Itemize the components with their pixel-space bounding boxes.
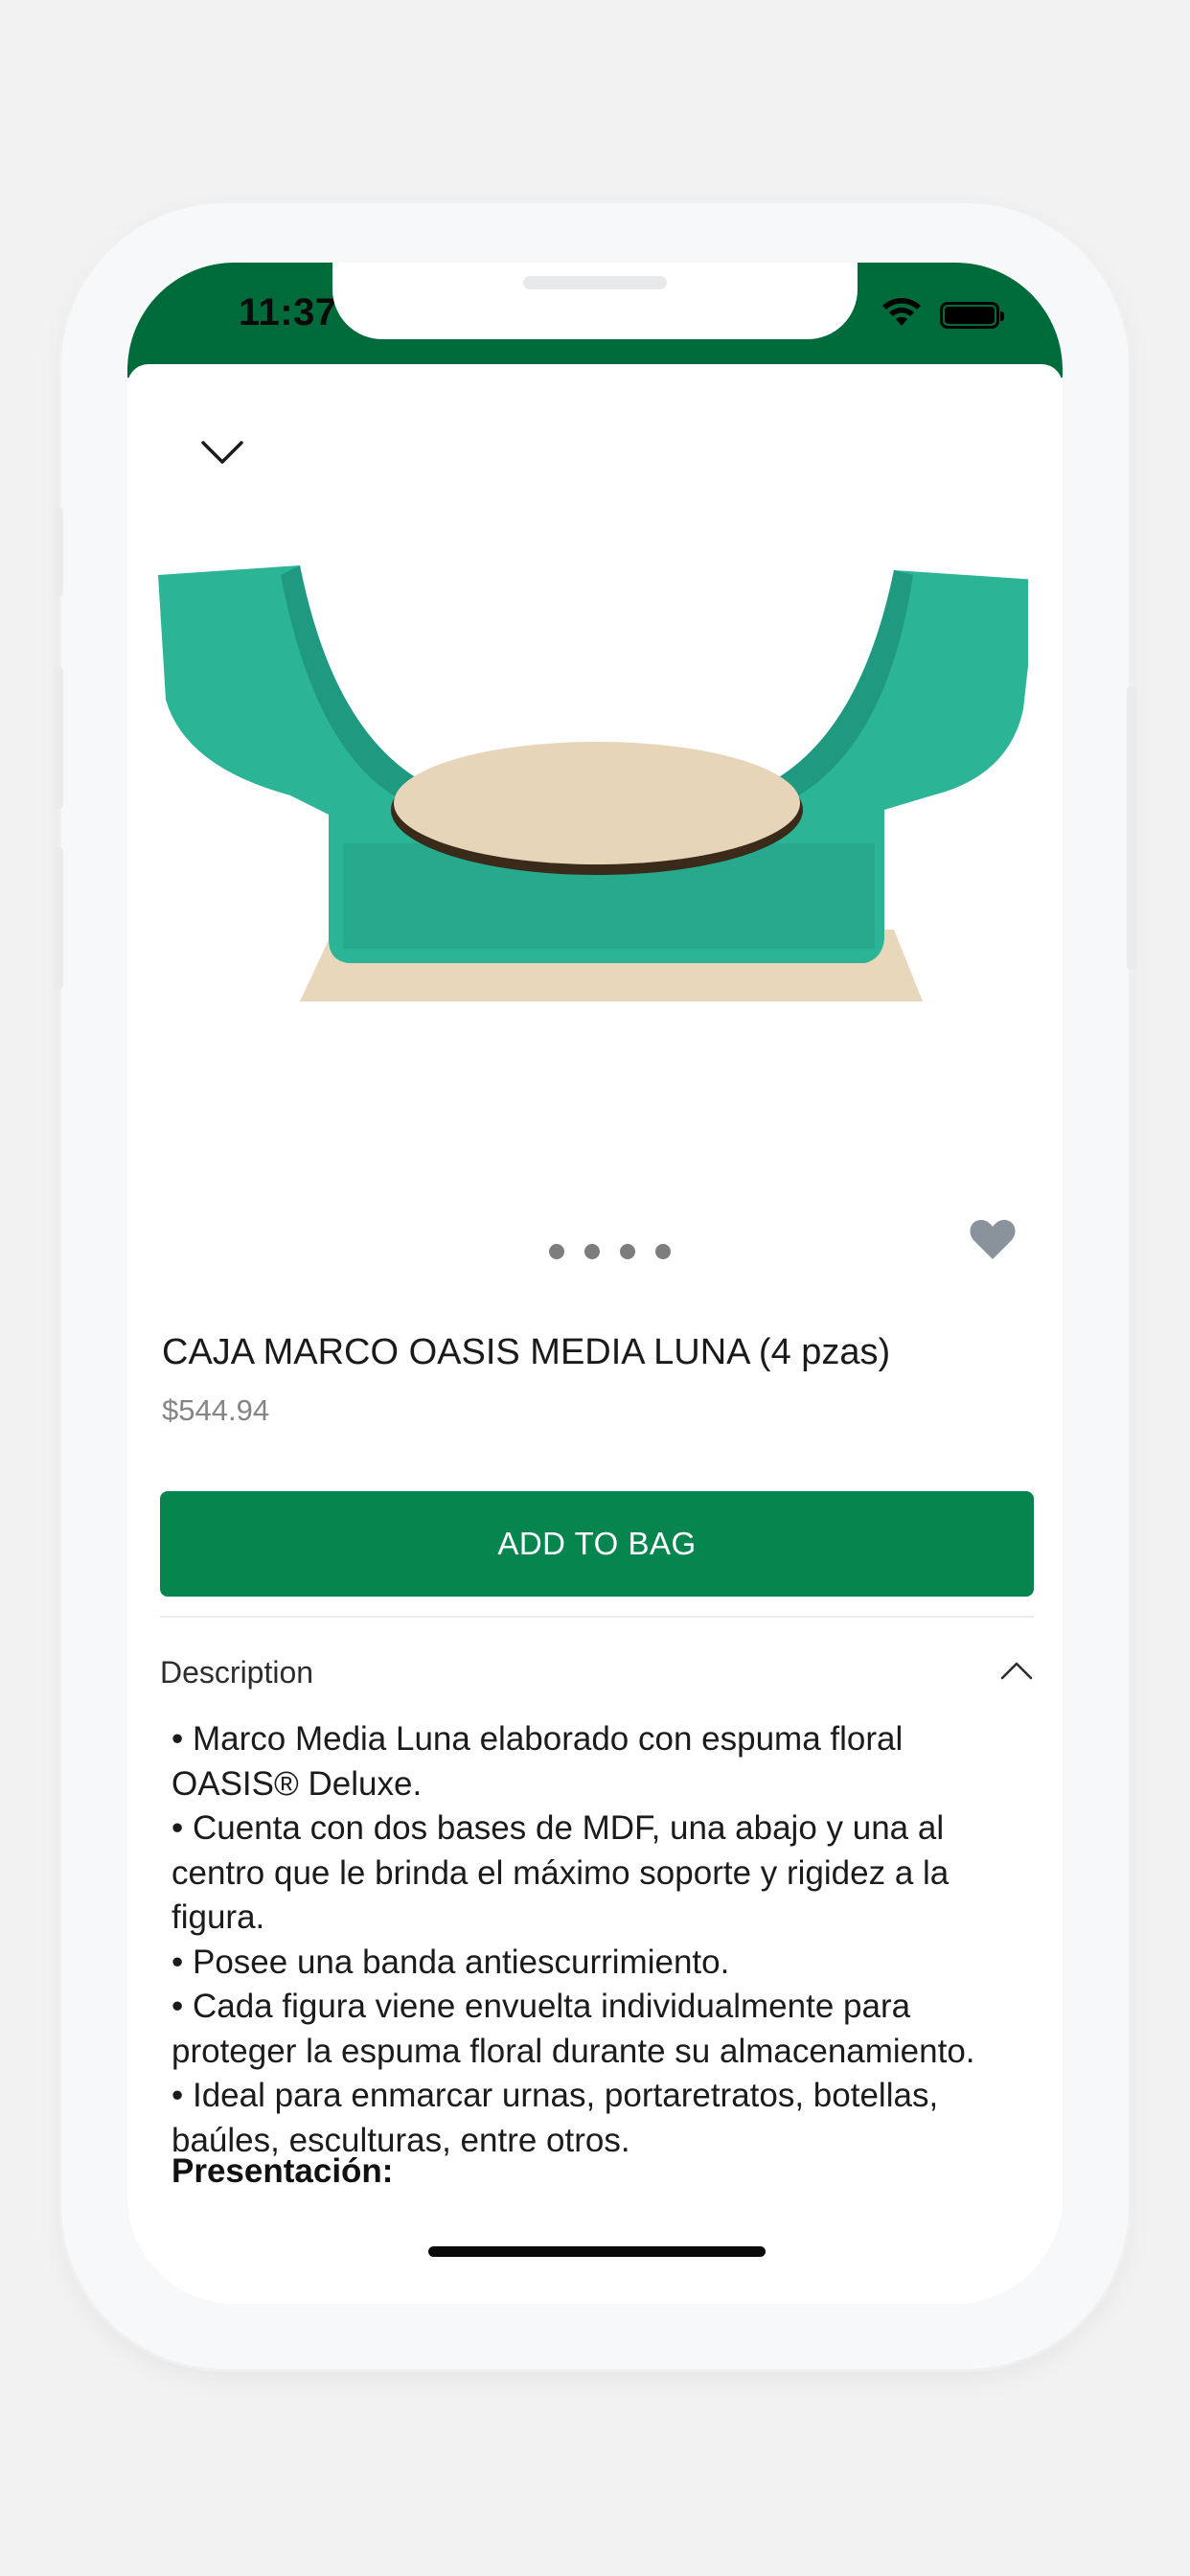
product-detail-sheet: CAJA MARCO OASIS MEDIA LUNA (4 pzas) $54… [127, 364, 1063, 2304]
product-price: $544.94 [162, 1393, 270, 1427]
description-bullet: • Ideal para enmarcar urnas, portaretrat… [172, 2077, 939, 2159]
status-icons [881, 297, 1004, 333]
chevron-down-icon[interactable] [196, 433, 248, 472]
volume-down-button [54, 847, 63, 989]
power-button [1127, 686, 1136, 970]
description-bullet: • Cada figura viene envuelta individualm… [172, 1988, 975, 2070]
status-time: 11:37 [239, 291, 337, 334]
divider [160, 1616, 1034, 1618]
product-image [158, 565, 1028, 1001]
battery-icon [940, 301, 1004, 329]
description-label: Description [160, 1654, 314, 1690]
speaker [523, 276, 667, 289]
heart-icon[interactable] [969, 1217, 1017, 1261]
description-bullet: • Posee una banda antiescurrimiento. [172, 1943, 730, 1981]
carousel-dot[interactable] [655, 1244, 671, 1259]
chevron-up-icon[interactable] [999, 1660, 1034, 1686]
description-bullet: • Marco Media Luna elaborado con espuma … [172, 1720, 904, 1803]
home-indicator[interactable] [428, 2246, 766, 2257]
carousel-dot[interactable] [549, 1244, 564, 1259]
carousel-dot[interactable] [620, 1244, 635, 1259]
description-bullet: • Cuenta con dos bases de MDF, una abajo… [172, 1809, 950, 1936]
presentacion-heading: Presentación: [172, 2152, 394, 2190]
screen: 11:37 CAJA MARCO OASIS MEDIA LUNA (4 pza… [127, 263, 1063, 2304]
mute-switch [54, 508, 63, 596]
add-to-bag-button[interactable]: ADD TO BAG [160, 1491, 1034, 1597]
description-text: • Marco Media Luna elaborado con espuma … [172, 1717, 1034, 2163]
description-accordion-header[interactable]: Description [160, 1639, 1034, 1706]
wifi-icon [881, 297, 923, 333]
product-title: CAJA MARCO OASIS MEDIA LUNA (4 pzas) [162, 1332, 891, 1372]
carousel-dot[interactable] [584, 1244, 600, 1259]
volume-up-button [54, 667, 63, 809]
carousel-pagination[interactable] [549, 1244, 671, 1259]
notch [332, 263, 858, 339]
